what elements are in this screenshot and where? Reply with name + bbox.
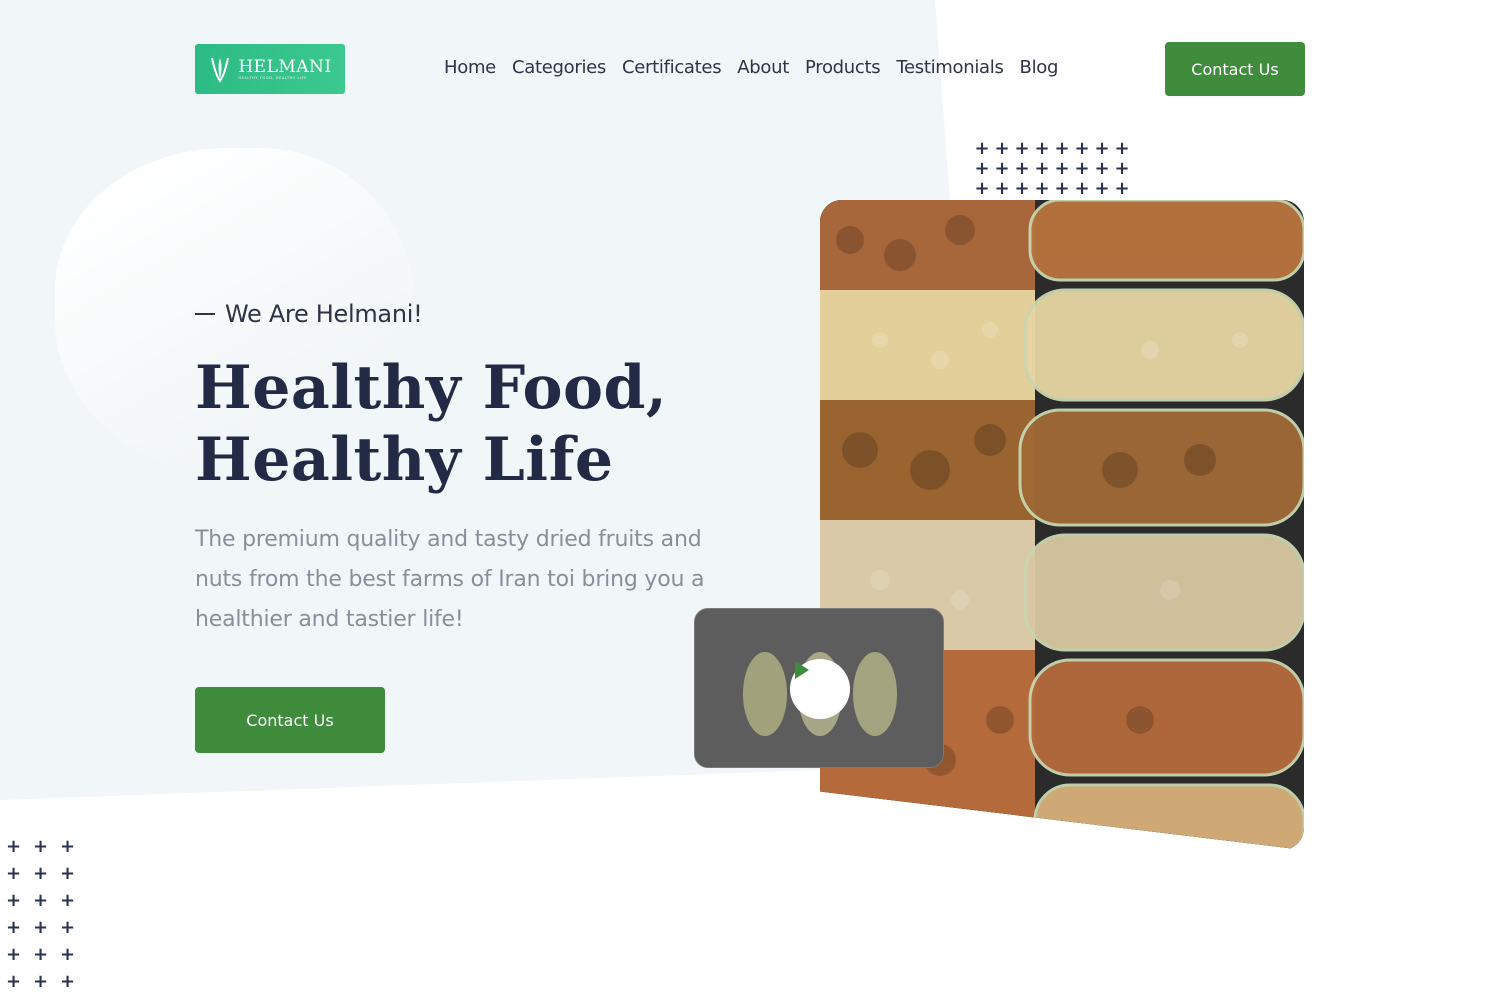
brand-name: HELMANI [238,56,332,77]
leaf-logo-icon [211,57,230,83]
nav-item-products[interactable]: Products [805,56,881,80]
nav-item-about[interactable]: About [737,56,789,80]
nav-item-blog[interactable]: Blog [1020,56,1059,80]
nav-item-testimonials[interactable]: Testimonials [896,56,1004,80]
headline-line-2: Healthy Life [195,425,614,495]
main-nav: Home Categories Certificates About Produ… [444,56,1058,80]
nav-item-certificates[interactable]: Certificates [622,56,722,80]
hero-eyebrow: We Are Helmani! [195,300,423,328]
brand-logo[interactable]: HELMANI HEALTHY FOOD, HEALTHY LIFE [195,44,345,94]
play-icon [795,661,809,679]
plus-pattern-top: + + + + + + + + + + + + + + + + + + + + + + + + [974,137,1130,199]
play-button[interactable] [790,659,850,719]
nav-item-categories[interactable]: Categories [512,56,606,80]
header-contact-button[interactable]: Contact Us [1165,42,1305,96]
hero-description: The premium quality and tasty dried frui… [195,527,705,632]
eyebrow-dash [195,313,215,315]
nav-item-home[interactable]: Home [444,56,496,80]
video-thumbnail[interactable] [694,608,944,768]
hero-contact-button[interactable]: Contact Us [195,687,385,753]
eyebrow-text: We Are Helmani! [225,300,423,328]
plus-pattern-bottom-left: + + + + + + + + + + + + + + + + + + [5,836,76,992]
brand-tagline: HEALTHY FOOD, HEALTHY LIFE [238,75,308,80]
hero-headline: Healthy Food, Healthy Life [195,352,755,496]
headline-line-1: Healthy Food, [195,353,668,423]
